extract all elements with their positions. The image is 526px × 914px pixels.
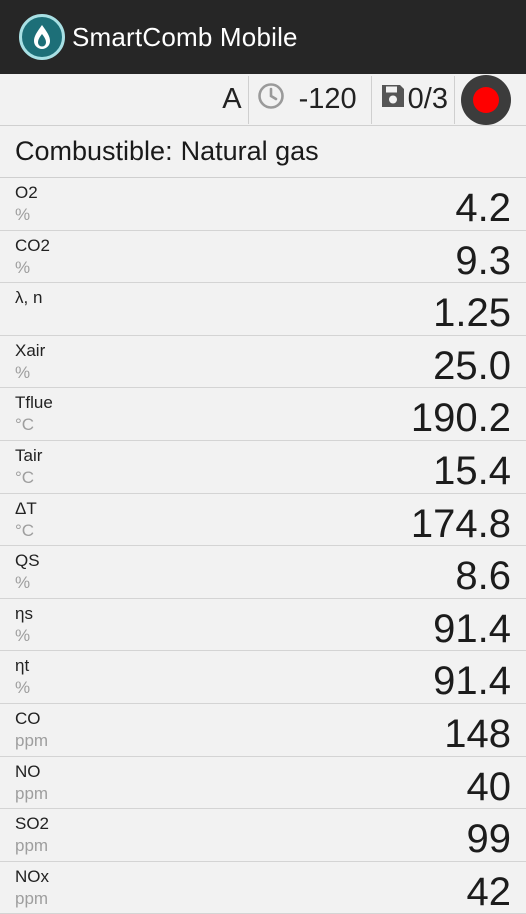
parameter-name: ΔT: [15, 498, 37, 518]
timer-control[interactable]: -120: [249, 76, 371, 124]
parameter-value: 148: [444, 711, 511, 756]
parameter-name: Tflue: [15, 393, 53, 413]
save-count: 0/3: [407, 83, 448, 115]
parameter-name: CO2: [15, 235, 50, 255]
parameter-name: ηs: [15, 603, 33, 623]
measurement-row[interactable]: CO2 % 9.3: [0, 231, 526, 284]
parameter-value: 91.4: [433, 659, 511, 704]
measurement-row[interactable]: QS % 8.6: [0, 546, 526, 599]
parameter-value: 9.3: [455, 238, 511, 283]
parameter-unit: ppm: [15, 730, 49, 750]
fuel-value: Natural gas: [180, 136, 319, 166]
parameter-value: 42: [466, 869, 512, 914]
parameter-unit: ppm: [15, 783, 49, 803]
measurement-toolbar: A -120 0/3: [0, 74, 526, 126]
parameter-unit: ppm: [15, 888, 49, 908]
parameter-unit: ppm: [15, 836, 49, 856]
parameter-unit: %: [15, 573, 31, 593]
measurement-row[interactable]: ΔT °C 174.8: [0, 494, 526, 547]
parameter-value: 174.8: [410, 501, 511, 546]
save-control[interactable]: 0/3: [372, 76, 454, 124]
parameter-value: 8.6: [455, 554, 511, 599]
measurement-row[interactable]: O2 % 4.2: [0, 178, 526, 231]
parameter-name: SO2: [15, 814, 50, 834]
mode-indicator[interactable]: A: [222, 76, 247, 124]
app-title: SmartComb Mobile: [72, 21, 298, 52]
parameter-value: 40: [466, 764, 512, 809]
floppy-disk-icon: [380, 83, 406, 117]
record-button[interactable]: [461, 74, 511, 125]
measurement-list: O2 % 4.2 CO2 % 9.3 λ, n 1.25 Xair % 25.0…: [0, 178, 526, 914]
parameter-value: 4.2: [455, 186, 511, 230]
parameter-name: NO: [15, 761, 41, 781]
parameter-name: O2: [15, 183, 38, 202]
measurement-row[interactable]: NOx ppm 42: [0, 862, 526, 914]
parameter-value: 25.0: [433, 343, 511, 388]
parameter-unit: %: [15, 678, 31, 698]
clock-icon: [257, 82, 285, 118]
parameter-value: 1.25: [433, 291, 511, 336]
record-dot-icon: [473, 86, 499, 113]
parameter-value: 91.4: [433, 606, 511, 651]
parameter-name: ηt: [15, 656, 30, 676]
parameter-value: 15.4: [433, 448, 511, 493]
measurement-row[interactable]: Xair % 25.0: [0, 336, 526, 389]
parameter-unit: %: [15, 625, 31, 645]
parameter-unit: %: [15, 257, 31, 277]
measurement-row[interactable]: NO ppm 40: [0, 757, 526, 810]
fuel-text: Combustible: Natural gas: [15, 136, 319, 167]
measurement-row[interactable]: ηt % 91.4: [0, 651, 526, 704]
timer-value: -120: [298, 83, 357, 115]
parameter-unit: %: [15, 362, 31, 382]
parameter-value: 190.2: [410, 396, 511, 441]
app-bar: SmartComb Mobile: [0, 0, 526, 74]
measurement-row[interactable]: λ, n 1.25: [0, 283, 526, 336]
parameter-name: λ, n: [15, 288, 43, 308]
parameter-name: CO: [15, 708, 41, 728]
measurement-row[interactable]: Tair °C 15.4: [0, 441, 526, 494]
measurement-row[interactable]: CO ppm 148: [0, 704, 526, 757]
parameter-unit: °C: [15, 467, 35, 487]
fuel-selector[interactable]: Combustible: Natural gas: [0, 126, 526, 178]
parameter-unit: %: [15, 205, 31, 224]
measurement-row[interactable]: ηs % 91.4: [0, 599, 526, 652]
parameter-name: Tair: [15, 445, 43, 465]
fuel-label: Combustible:: [15, 136, 173, 166]
parameter-value: 99: [466, 817, 512, 862]
parameter-unit: °C: [15, 520, 35, 540]
toolbar-divider: [454, 75, 455, 124]
parameter-unit: °C: [15, 415, 35, 435]
measurement-row[interactable]: SO2 ppm 99: [0, 809, 526, 862]
measurement-row[interactable]: Tflue °C 190.2: [0, 388, 526, 441]
smartcomb-flame-icon: [19, 14, 65, 60]
parameter-name: NOx: [15, 866, 49, 886]
parameter-name: Xair: [15, 340, 46, 360]
parameter-name: QS: [15, 551, 40, 571]
